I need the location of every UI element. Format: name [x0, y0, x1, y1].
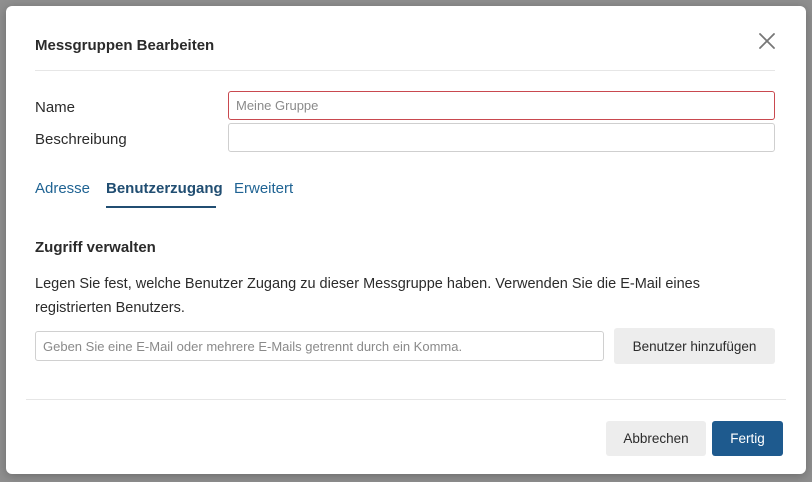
dialog-title: Messgruppen Bearbeiten: [35, 37, 215, 54]
email-input[interactable]: [35, 331, 604, 361]
tab-user-access[interactable]: Benutzerzugang: [106, 180, 223, 197]
footer-divider: [26, 399, 786, 400]
name-label: Name: [35, 99, 76, 116]
description-label: Beschreibung: [35, 131, 127, 148]
edit-group-dialog: Messgruppen Bearbeiten Name Beschreibung…: [6, 6, 806, 474]
section-description: Legen Sie fest, welche Benutzer Zugang z…: [35, 276, 700, 316]
section-title: Zugriff verwalten: [35, 239, 156, 256]
tab-advanced[interactable]: Erweitert: [234, 180, 293, 197]
close-icon[interactable]: [754, 28, 780, 54]
name-input[interactable]: [228, 91, 775, 120]
cancel-button[interactable]: Abbrechen: [606, 421, 706, 456]
tab-address[interactable]: Adresse: [35, 180, 90, 197]
description-input[interactable]: [228, 123, 775, 152]
active-tab-indicator: [106, 206, 216, 208]
done-button[interactable]: Fertig: [712, 421, 783, 456]
header-divider: [35, 70, 775, 71]
add-user-button[interactable]: Benutzer hinzufügen: [614, 328, 775, 364]
